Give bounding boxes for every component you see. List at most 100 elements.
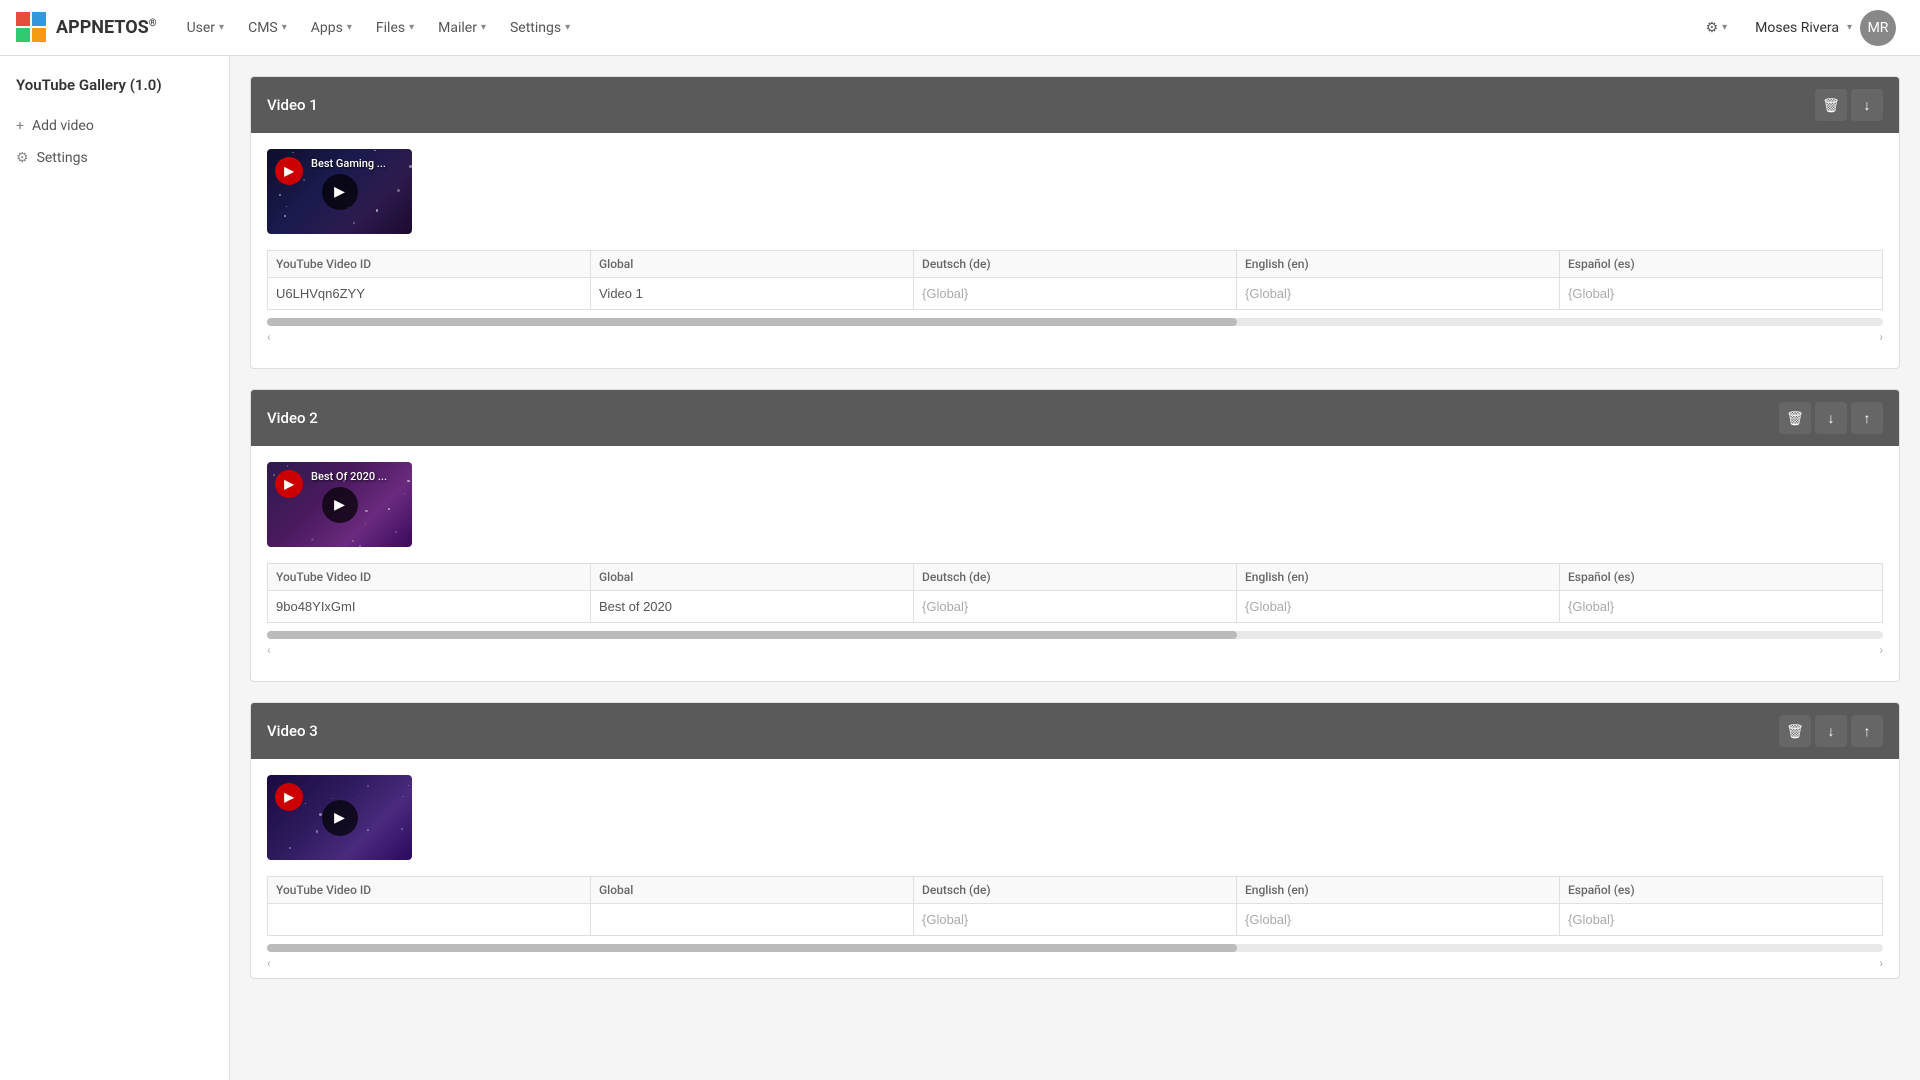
youtube-logo-icon: ▶ [275, 470, 303, 498]
global-input-3[interactable] [591, 904, 913, 935]
play-button-2[interactable]: ▶ [322, 487, 358, 523]
english-input-2[interactable] [1237, 591, 1559, 622]
scroll-left-button[interactable]: ‹ [267, 643, 271, 657]
app-layout: YouTube Gallery (1.0) + Add video ⚙ Sett… [0, 56, 1920, 1080]
down-icon: ↓ [1828, 723, 1835, 739]
header-global: Global [591, 251, 914, 278]
header-espanol: Español (es) [1560, 564, 1883, 591]
scroll-track-2[interactable] [267, 631, 1883, 639]
move-down-video-2-button[interactable]: ↓ [1815, 402, 1847, 434]
sidebar-title: YouTube Gallery (1.0) [0, 76, 229, 110]
play-icon: ▶ [334, 497, 345, 513]
video-title-1: Video 1 [267, 96, 318, 114]
video-body-1: ▶Best Gaming ...▶YouTube Video IDGlobalD… [251, 133, 1899, 368]
trash-icon: 🗑 [1786, 723, 1804, 740]
fields-table-1: YouTube Video IDGlobalDeutsch (de)Englis… [267, 250, 1883, 310]
global-input-2[interactable] [591, 591, 913, 622]
video-thumbnail-3[interactable]: ▶▶ [267, 775, 412, 860]
nav-item-user[interactable]: User▾ [177, 14, 235, 42]
espanol-input-1[interactable] [1560, 278, 1882, 309]
trash-icon: 🗑 [1822, 97, 1840, 114]
header-deutsch: Deutsch (de) [914, 877, 1237, 904]
up-icon: ↑ [1864, 410, 1871, 426]
caret-icon: ▾ [1722, 22, 1727, 33]
table-row-1 [268, 278, 1883, 310]
scroll-track-3[interactable] [267, 944, 1883, 952]
english-input-3[interactable] [1237, 904, 1559, 935]
move-down-video-1-button[interactable]: ↓ [1851, 89, 1883, 121]
thumbnail-label-2: Best Of 2020 ... [311, 470, 387, 483]
fields-table-3: YouTube Video IDGlobalDeutsch (de)Englis… [267, 876, 1883, 936]
scroll-left-button[interactable]: ‹ [267, 956, 271, 970]
plus-icon: + [16, 118, 24, 134]
global-input-1[interactable] [591, 278, 913, 309]
navbar: APPNETOS® User▾CMS▾Apps▾Files▾Mailer▾Set… [0, 0, 1920, 56]
scroll-right-button[interactable]: › [1879, 956, 1883, 970]
header-deutsch: Deutsch (de) [914, 251, 1237, 278]
caret-icon: ▾ [481, 22, 486, 33]
video-section-3: Video 3🗑↓↑▶▶YouTube Video IDGlobalDeutsc… [250, 702, 1900, 979]
scroll-track-1[interactable] [267, 318, 1883, 326]
play-icon: ▶ [334, 810, 345, 826]
delete-video-1-button[interactable]: 🗑 [1815, 89, 1847, 121]
up-icon: ↑ [1864, 723, 1871, 739]
table-row-3 [268, 904, 1883, 936]
deutsch-input-1[interactable] [914, 278, 1236, 309]
video-title-2: Video 2 [267, 409, 318, 427]
move-down-video-3-button[interactable]: ↓ [1815, 715, 1847, 747]
youtube-id-input-2[interactable] [268, 591, 590, 622]
thumbnail-label-1: Best Gaming ... [311, 157, 386, 170]
espanol-input-3[interactable] [1560, 904, 1882, 935]
nav-item-apps[interactable]: Apps▾ [301, 14, 362, 42]
nav-item-files[interactable]: Files▾ [366, 14, 424, 42]
delete-video-2-button[interactable]: 🗑 [1779, 402, 1811, 434]
header-deutsch: Deutsch (de) [914, 564, 1237, 591]
gear-icon: ⚙ [1706, 20, 1719, 36]
header-english: English (en) [1237, 251, 1560, 278]
play-button-1[interactable]: ▶ [322, 174, 358, 210]
delete-video-3-button[interactable]: 🗑 [1779, 715, 1811, 747]
video-section-1: Video 1🗑↓▶Best Gaming ...▶YouTube Video … [250, 76, 1900, 369]
user-caret-icon: ▾ [1847, 22, 1852, 33]
fields-table-2: YouTube Video IDGlobalDeutsch (de)Englis… [267, 563, 1883, 623]
scroll-thumb-1[interactable] [267, 318, 1237, 326]
video-actions-1: 🗑↓ [1815, 89, 1883, 121]
youtube-id-input-1[interactable] [268, 278, 590, 309]
caret-icon: ▾ [565, 22, 570, 33]
table-row-2 [268, 591, 1883, 623]
nav-item-settings[interactable]: Settings▾ [500, 14, 580, 42]
move-up-video-3-button[interactable]: ↑ [1851, 715, 1883, 747]
header-english: English (en) [1237, 564, 1560, 591]
header-youtube_video_id: YouTube Video ID [268, 877, 591, 904]
espanol-input-2[interactable] [1560, 591, 1882, 622]
nav-item-mailer[interactable]: Mailer▾ [428, 14, 496, 42]
down-icon: ↓ [1864, 97, 1871, 113]
english-input-1[interactable] [1237, 278, 1559, 309]
deutsch-input-3[interactable] [914, 904, 1236, 935]
scroll-container-3: ‹› [267, 944, 1883, 978]
scroll-left-button[interactable]: ‹ [267, 330, 271, 344]
main-content: Video 1🗑↓▶Best Gaming ...▶YouTube Video … [230, 56, 1920, 1080]
global-settings-btn[interactable]: ⚙ ▾ [1698, 16, 1736, 40]
scroll-thumb-3[interactable] [267, 944, 1237, 952]
scroll-thumb-2[interactable] [267, 631, 1237, 639]
header-espanol: Español (es) [1560, 251, 1883, 278]
scroll-right-button[interactable]: › [1879, 643, 1883, 657]
caret-icon: ▾ [219, 22, 224, 33]
nav-item-cms[interactable]: CMS▾ [238, 14, 297, 42]
deutsch-input-2[interactable] [914, 591, 1236, 622]
brand-logo-link[interactable]: APPNETOS® [16, 12, 157, 44]
video-thumbnail-1[interactable]: ▶Best Gaming ...▶ [267, 149, 412, 234]
play-icon: ▶ [334, 184, 345, 200]
move-up-video-2-button[interactable]: ↑ [1851, 402, 1883, 434]
user-menu[interactable]: Moses Rivera ▾ MR [1747, 6, 1904, 50]
play-button-3[interactable]: ▶ [322, 800, 358, 836]
gear-icon: ⚙ [16, 150, 29, 166]
video-body-3: ▶▶ YouTube Video IDGlobalDeutsch (de)Engl… [251, 759, 1899, 978]
sidebar-item-add-video[interactable]: + Add video [0, 110, 229, 142]
sidebar: YouTube Gallery (1.0) + Add video ⚙ Sett… [0, 56, 230, 1080]
scroll-right-button[interactable]: › [1879, 330, 1883, 344]
youtube-id-input-3[interactable] [268, 904, 590, 935]
sidebar-item-settings[interactable]: ⚙ Settings [0, 142, 229, 174]
video-thumbnail-2[interactable]: ▶ Best Of 2020 ... ▶ [267, 462, 412, 547]
